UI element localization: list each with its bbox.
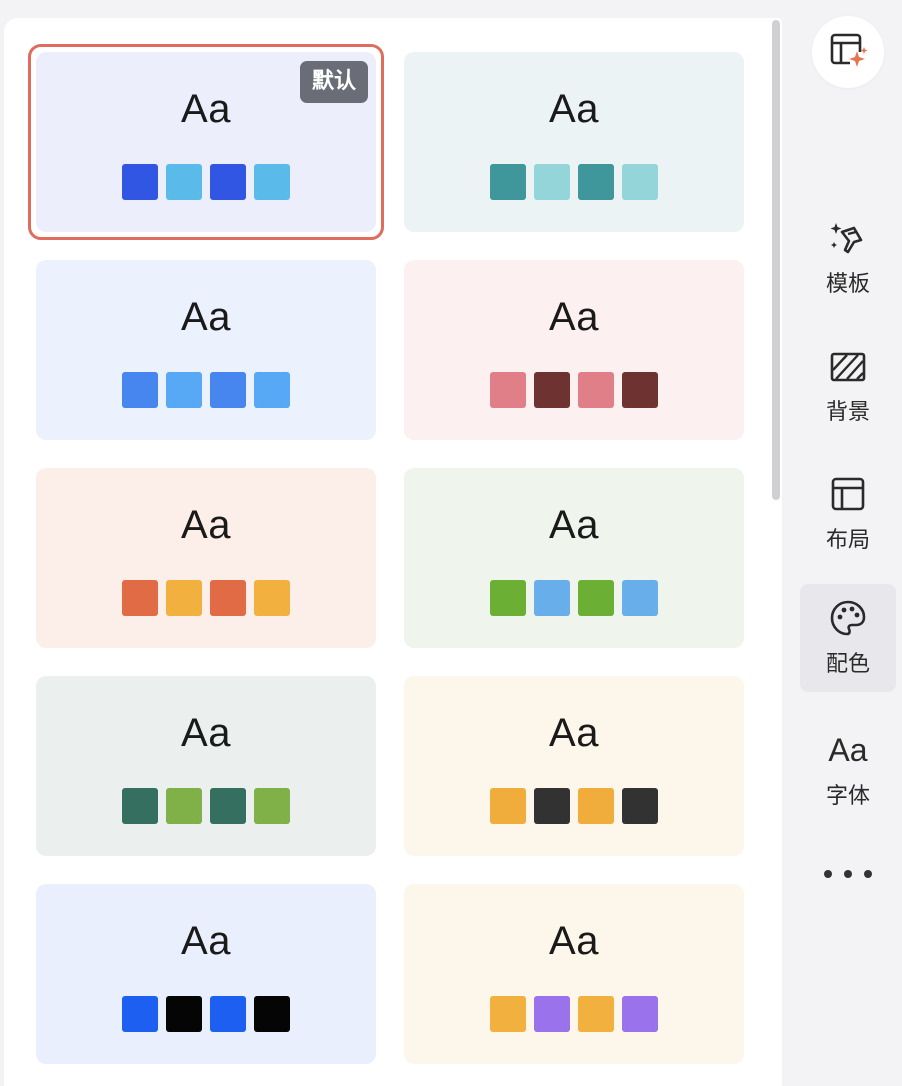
card-font-preview: Aa [549, 503, 599, 547]
color-swatch [622, 580, 658, 616]
color-scheme-card[interactable]: Aa [404, 468, 744, 648]
card-font-preview: Aa [549, 87, 599, 131]
card-swatches [404, 788, 744, 824]
color-swatch [122, 788, 158, 824]
color-swatch [166, 580, 202, 616]
color-swatch [166, 788, 202, 824]
color-swatch [254, 372, 290, 408]
color-scheme-card[interactable]: Aa [404, 260, 744, 440]
color-swatch [622, 996, 658, 1032]
color-swatch [210, 580, 246, 616]
color-scheme-card[interactable]: Aa [36, 468, 376, 648]
card-swatches [404, 996, 744, 1032]
ai-layout-sparkle-icon [828, 30, 868, 74]
scrollbar-thumb[interactable] [772, 20, 780, 500]
color-swatch [490, 788, 526, 824]
sidebar-item-font[interactable]: Aa 字体 [800, 716, 896, 824]
sidebar-item-color-scheme[interactable]: 配色 [800, 584, 896, 692]
color-swatch [122, 372, 158, 408]
card-font-preview: Aa [549, 295, 599, 339]
color-swatch [254, 580, 290, 616]
color-swatch [622, 164, 658, 200]
color-swatch [534, 580, 570, 616]
card-font-preview: Aa [181, 711, 231, 755]
default-badge: 默认 [299, 61, 368, 103]
color-swatch [210, 372, 246, 408]
color-swatch [166, 372, 202, 408]
sidebar-item-template[interactable]: 模板 [800, 204, 896, 312]
color-swatch [578, 164, 614, 200]
color-scheme-card[interactable]: Aa [36, 260, 376, 440]
card-swatches [404, 580, 744, 616]
ai-layout-button[interactable] [812, 16, 884, 88]
template-brush-icon [828, 218, 868, 258]
color-swatch [578, 372, 614, 408]
color-scheme-grid: Aa 默认 Aa Aa Aa Aa Aa Aa Aa Aa Aa [4, 18, 782, 1086]
color-swatch [534, 164, 570, 200]
color-swatch [578, 788, 614, 824]
color-swatch [622, 788, 658, 824]
color-swatch [166, 164, 202, 200]
color-scheme-card[interactable]: Aa [404, 52, 744, 232]
color-scheme-card[interactable]: Aa [36, 676, 376, 856]
color-swatch [210, 788, 246, 824]
card-font-preview: Aa [181, 503, 231, 547]
color-swatch [254, 996, 290, 1032]
sidebar-item-label: 布局 [825, 528, 870, 553]
color-swatch [622, 372, 658, 408]
palette-icon [828, 598, 868, 638]
sidebar-item-label: 背景 [825, 400, 870, 425]
card-font-preview: Aa [549, 711, 599, 755]
color-swatch [166, 996, 202, 1032]
color-swatch [122, 580, 158, 616]
card-swatches [36, 788, 376, 824]
card-swatches [36, 164, 376, 200]
color-scheme-card[interactable]: Aa [36, 884, 376, 1064]
color-swatch [490, 164, 526, 200]
color-swatch [578, 996, 614, 1032]
color-scheme-panel: Aa 默认 Aa Aa Aa Aa Aa Aa Aa Aa Aa [4, 18, 782, 1086]
color-swatch [490, 580, 526, 616]
card-swatches [36, 372, 376, 408]
card-swatches [404, 372, 744, 408]
color-swatch [490, 996, 526, 1032]
sidebar-item-label: 字体 [825, 784, 870, 809]
font-aa-glyph: Aa [828, 732, 868, 768]
card-font-preview: Aa [181, 295, 231, 339]
color-scheme-card[interactable]: Aa 默认 [28, 44, 384, 240]
background-hatch-icon [828, 346, 868, 386]
sidebar-item-label: 配色 [825, 652, 870, 677]
sidebar-item-layout[interactable]: 布局 [800, 460, 896, 568]
color-swatch [534, 372, 570, 408]
color-swatch [534, 996, 570, 1032]
right-toolbar: 模板 背景 布局 配色 Aa 字体 [782, 0, 902, 1086]
color-swatch [254, 164, 290, 200]
color-swatch [122, 164, 158, 200]
color-swatch [210, 164, 246, 200]
color-swatch [210, 996, 246, 1032]
color-swatch [254, 788, 290, 824]
layout-icon [828, 474, 868, 514]
card-font-preview: Aa [549, 919, 599, 963]
sidebar-item-label: 模板 [825, 272, 870, 297]
more-options-icon[interactable] [824, 862, 872, 886]
card-swatches [36, 580, 376, 616]
color-swatch [490, 372, 526, 408]
card-swatches [36, 996, 376, 1032]
color-swatch [122, 996, 158, 1032]
color-scheme-card[interactable]: Aa [404, 676, 744, 856]
card-swatches [404, 164, 744, 200]
color-scheme-card[interactable]: Aa [404, 884, 744, 1064]
font-aa-icon: Aa [828, 730, 868, 770]
card-font-preview: Aa [181, 919, 231, 963]
color-swatch [534, 788, 570, 824]
sidebar-item-background[interactable]: 背景 [800, 332, 896, 440]
color-swatch [578, 580, 614, 616]
